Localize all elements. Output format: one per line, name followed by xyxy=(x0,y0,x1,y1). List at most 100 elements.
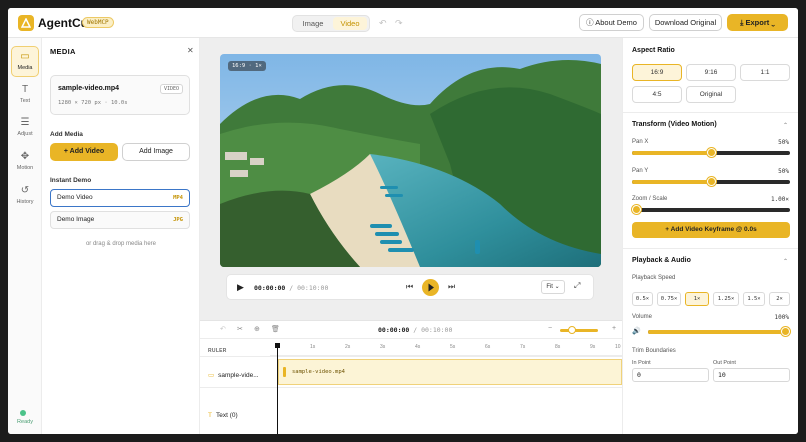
volume-fill xyxy=(648,330,790,334)
timeline-zoom-knob[interactable] xyxy=(568,326,576,334)
fit-label: Fit xyxy=(546,284,553,290)
zoom-slider[interactable] xyxy=(632,205,790,214)
export-button[interactable]: ⤓ Export ⌄ xyxy=(727,14,788,31)
zoom-label: Zoom / Scale xyxy=(632,196,668,202)
chevron-up-icon[interactable]: ⌃ xyxy=(783,122,788,129)
video-frame-image xyxy=(220,54,601,267)
zoom-knob[interactable] xyxy=(632,205,641,214)
demo-image-label: Demo Image xyxy=(57,216,95,223)
trash-icon[interactable]: 🗑 xyxy=(271,325,280,333)
zoom-out-icon[interactable]: − xyxy=(548,325,552,332)
aspect-ratio-badge: 16:9 · 1× xyxy=(228,61,266,71)
rail-item-text[interactable]: T Text xyxy=(11,80,39,111)
ratio-option-16-9[interactable]: 16:9 xyxy=(632,64,682,81)
speaker-icon[interactable]: 🔊 xyxy=(632,327,641,335)
skip-back-icon[interactable]: ⏮ xyxy=(406,282,413,292)
pan-y-knob[interactable] xyxy=(706,177,716,186)
chevron-down-icon: ⌄ xyxy=(769,18,775,27)
volume-knob[interactable] xyxy=(781,327,790,336)
webmcp-badge: WebMCP xyxy=(82,17,114,28)
tool-rail: ▭ Media T Text ☰ Adjust ✥ Motion ↺ Histo… xyxy=(8,38,42,434)
undo-icon[interactable]: ↶ xyxy=(379,18,387,29)
close-icon[interactable]: ✕ xyxy=(187,46,194,55)
speed-option[interactable]: 1.5× xyxy=(743,292,765,306)
speed-option[interactable]: 0.5× xyxy=(632,292,653,306)
fit-select[interactable]: Fit ⌄ xyxy=(541,280,565,294)
add-keyframe-button[interactable]: + Add Video Keyframe @ 0.0s xyxy=(632,222,790,238)
video-preview[interactable]: 16:9 · 1× xyxy=(220,54,601,267)
clip-drag-handle[interactable] xyxy=(283,367,286,377)
demo-video-item[interactable]: Demo Video MP4 xyxy=(50,189,190,207)
speed-option[interactable]: 0.75× xyxy=(657,292,681,306)
speed-option[interactable]: 1.25× xyxy=(713,292,739,306)
redo-icon[interactable]: ↷ xyxy=(395,18,403,29)
video-track-label: ▭ sample-vide... xyxy=(208,371,259,379)
demo-image-item[interactable]: Demo Image JPG xyxy=(50,211,190,229)
rail-item-media[interactable]: ▭ Media xyxy=(11,46,39,77)
speed-option[interactable]: 2× xyxy=(769,292,790,306)
ratio-option-original[interactable]: Original xyxy=(686,86,736,103)
add-marker-icon[interactable]: ⊕ xyxy=(254,325,260,333)
aspect-ratio-title: Aspect Ratio xyxy=(632,47,675,54)
download-original-button[interactable]: Download Original xyxy=(649,14,722,31)
out-point-input[interactable]: 10 xyxy=(713,368,790,382)
pan-y-slider[interactable] xyxy=(632,177,790,186)
rail-item-history[interactable]: ↺ History xyxy=(11,181,39,212)
ruler-tick: 10 xyxy=(615,344,621,350)
folder-icon: ▭ xyxy=(20,51,30,62)
loaded-file-card[interactable]: sample-video.mp4 VIDEO 1280 × 720 px · 1… xyxy=(50,75,190,115)
in-point-input[interactable]: 0 xyxy=(632,368,709,382)
mode-video-tab[interactable]: Video xyxy=(333,17,367,30)
history-icon: ↺ xyxy=(20,185,30,196)
pan-x-label: Pan X xyxy=(632,139,649,145)
chevron-up-icon[interactable]: ⌃ xyxy=(783,258,788,265)
drop-zone-hint[interactable]: or drag & drop media here xyxy=(42,241,200,247)
export-label: Export xyxy=(745,18,770,27)
timeline-time: 00:00:00 / 00:10:00 xyxy=(378,326,452,334)
mode-switch: Image Video xyxy=(292,15,370,32)
timeline-duration: 00:10:00 xyxy=(421,326,453,334)
mode-image-tab[interactable]: Image xyxy=(296,17,330,30)
text-track-name: Text (0) xyxy=(215,412,238,419)
out-point-label: Out Point xyxy=(713,360,736,366)
add-media-heading: Add Media xyxy=(50,131,83,138)
pan-x-fill xyxy=(632,151,711,155)
ratio-option-4-5[interactable]: 4:5 xyxy=(632,86,682,103)
undo-icon[interactable]: ↶ xyxy=(220,325,226,333)
play-icon[interactable]: ▶ xyxy=(237,282,244,293)
pan-x-slider[interactable] xyxy=(632,148,790,157)
ratio-option-9-16[interactable]: 9:16 xyxy=(686,64,736,81)
add-video-button[interactable]: + Add Video xyxy=(50,143,118,161)
playhead[interactable] xyxy=(277,344,278,434)
section-divider xyxy=(623,248,798,249)
scissors-icon[interactable]: ✂ xyxy=(237,325,243,333)
media-panel: MEDIA ✕ sample-video.mp4 VIDEO 1280 × 72… xyxy=(42,38,200,434)
timeline-zoom-slider[interactable] xyxy=(560,329,598,332)
rail-label-motion: Motion xyxy=(16,165,34,171)
video-track-name: sample-vide... xyxy=(218,372,259,379)
ruler-tick: 3s xyxy=(380,344,386,350)
ruler-label: RULER xyxy=(208,348,227,354)
video-clip[interactable]: sample-video.mp4 xyxy=(278,359,622,385)
rail-item-motion[interactable]: ✥ Motion xyxy=(11,147,39,178)
play-pause-button[interactable] xyxy=(422,279,439,296)
playback-title: Playback & Audio xyxy=(632,257,691,264)
ratio-option-1-1[interactable]: 1:1 xyxy=(740,64,790,81)
ready-status-icon xyxy=(20,410,26,416)
file-name: sample-video.mp4 xyxy=(58,85,120,92)
timeline-panel: ↶ ✂ ⊕ 🗑 00:00:00 / 00:10:00 − + RULER 1s… xyxy=(200,320,622,434)
trim-title: Trim Boundaries xyxy=(632,348,676,354)
speed-option-selected[interactable]: 1× xyxy=(685,292,709,306)
pan-x-knob[interactable] xyxy=(706,148,716,157)
timeline-current-time: 00:00:00 xyxy=(378,326,410,334)
volume-slider[interactable] xyxy=(648,327,790,336)
text-track-icon: T xyxy=(208,412,212,419)
add-image-button[interactable]: Add Image xyxy=(122,143,190,161)
rail-item-adjust[interactable]: ☰ Adjust xyxy=(11,113,39,144)
section-divider xyxy=(623,112,798,113)
about-demo-button[interactable]: ⓘ About Demo xyxy=(579,14,644,31)
fullscreen-icon[interactable]: ⤢ xyxy=(574,281,580,291)
zoom-in-icon[interactable]: + xyxy=(612,325,616,332)
player-controls: ▶ 00:00:00 / 00:10:00 ⏮ ⏭ Fit ⌄ ⤢ xyxy=(226,274,594,300)
skip-forward-icon[interactable]: ⏭ xyxy=(448,282,455,292)
